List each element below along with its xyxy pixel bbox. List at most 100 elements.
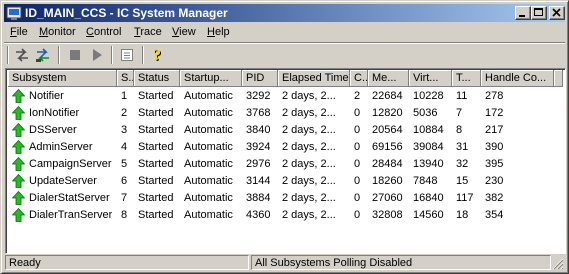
cell-subsystem-name: DSServer: [29, 124, 77, 136]
cell-subsystem-name: IonNotifier: [29, 107, 80, 119]
toolbar-grip: [7, 46, 9, 64]
table-row[interactable]: UpdateServer 6 Started Automatic 3144 2 days,…: [8, 173, 563, 190]
menu-help[interactable]: Help: [207, 26, 230, 38]
table-row[interactable]: CampaignServer 5 Started Automatic 2976 2 day…: [8, 156, 563, 173]
cell-threads: 8: [456, 124, 463, 136]
help-icon[interactable]: ? ?: [149, 46, 167, 64]
table-row[interactable]: Notifier 1 Started Automatic 3292 2 days, 2..…: [8, 88, 563, 105]
maximize-button[interactable]: [531, 6, 547, 20]
menu-file[interactable]: File: [10, 26, 28, 38]
cell-elapsed-time: 2 days, 2...: [282, 141, 336, 153]
column-header-s[interactable]: S...: [117, 70, 134, 87]
table-row[interactable]: DialerStatServer 7 Started Automatic 3884 2 d…: [8, 190, 563, 207]
cell-memory: 18260: [372, 175, 403, 187]
cell-virtual: 39084: [413, 141, 444, 153]
cell-virtual: 10884: [413, 124, 444, 136]
table-row[interactable]: AdminServer 4 Started Automatic 3924 2 days, …: [8, 139, 563, 156]
table-row[interactable]: DialerTranServer 8 Started Automatic 4360 2 d…: [8, 207, 563, 224]
cell-startup: Automatic: [184, 158, 233, 170]
main-window: ID_MAIN_CCS - IC System Manager File Mon…: [0, 0, 569, 274]
cell-handle-count: 278: [485, 90, 504, 102]
cell-c: 0: [354, 141, 361, 153]
resize-grip-icon[interactable]: [552, 258, 564, 270]
cell-threads: 31: [456, 141, 469, 153]
maximize-icon: [534, 8, 543, 16]
cell-status: Started: [138, 158, 174, 170]
cell-memory: 27060: [372, 192, 403, 204]
toolbar: ? ?: [4, 44, 565, 66]
cell-virtual: 5036: [413, 107, 438, 119]
cell-subsystem-name: CampaignServer: [29, 158, 112, 170]
cell-subsystem-number: 7: [121, 192, 128, 204]
column-header-pid[interactable]: PID: [242, 70, 278, 87]
cell-handle-count: 382: [485, 192, 504, 204]
status-bar: Ready All Subsystems Polling Disabled: [4, 255, 565, 271]
column-header-status[interactable]: Status: [134, 70, 180, 87]
cell-subsystem-name: DialerStatServer: [29, 192, 110, 204]
cell-subsystem-number: 6: [121, 175, 128, 187]
status-left: Ready: [5, 255, 249, 270]
cell-virtual: 14560: [413, 209, 444, 221]
green-up-arrow-icon: [12, 106, 25, 120]
toolbar-separator: [58, 46, 60, 64]
status-polling: All Subsystems Polling Disabled: [251, 255, 551, 270]
menu-control[interactable]: Control: [86, 26, 121, 38]
cell-memory: 32808: [372, 209, 403, 221]
column-header-startup[interactable]: Startup...: [180, 70, 242, 87]
cell-subsystem-number: 4: [121, 141, 128, 153]
column-header-memory[interactable]: Me...: [368, 70, 409, 87]
cell-pid: 3924: [246, 141, 271, 153]
cell-subsystem-number: 1: [121, 90, 128, 102]
table-row[interactable]: IonNotifier 2 Started Automatic 3768 2 days, …: [8, 105, 563, 122]
cell-startup: Automatic: [184, 90, 233, 102]
toolbar-separator: [111, 46, 113, 64]
column-header-handle-count[interactable]: Handle Co...: [481, 70, 554, 87]
cell-memory: 22684: [372, 90, 403, 102]
disconnect-icon[interactable]: [34, 46, 52, 64]
menu-monitor[interactable]: Monitor: [39, 26, 76, 38]
cell-subsystem-name: UpdateServer: [29, 175, 97, 187]
cell-status: Started: [138, 141, 174, 153]
play-icon[interactable]: [88, 46, 106, 64]
cell-elapsed-time: 2 days, 2...: [282, 107, 336, 119]
cell-virtual: 7848: [413, 175, 438, 187]
cell-handle-count: 217: [485, 124, 504, 136]
menu-view[interactable]: View: [172, 26, 196, 38]
cell-threads: 32: [456, 158, 469, 170]
column-header-c[interactable]: C...: [350, 70, 368, 87]
connect-icon[interactable]: [13, 46, 31, 64]
app-icon: [6, 6, 22, 20]
cell-memory: 69156: [372, 141, 403, 153]
cell-elapsed-time: 2 days, 2...: [282, 90, 336, 102]
cell-memory: 12820: [372, 107, 403, 119]
table-row[interactable]: DSServer 3 Started Automatic 3840 2 days, 2..…: [8, 122, 563, 139]
cell-pid: 3840: [246, 124, 271, 136]
cell-threads: 11: [456, 90, 468, 102]
column-header-threads[interactable]: T...: [452, 70, 481, 87]
subsystem-list[interactable]: Subsystem S... Status Startup... PID Ela…: [5, 68, 566, 254]
cell-status: Started: [138, 175, 174, 187]
minimize-button[interactable]: [515, 6, 531, 20]
column-header-elapsed-time[interactable]: Elapsed Time: [278, 70, 350, 87]
column-header-virtual[interactable]: Virt...: [409, 70, 452, 87]
title-bar[interactable]: ID_MAIN_CCS - IC System Manager: [4, 4, 565, 22]
cell-subsystem-number: 2: [121, 107, 128, 119]
menu-trace[interactable]: Trace: [134, 26, 162, 38]
svg-text:?: ?: [153, 47, 161, 64]
cell-status: Started: [138, 192, 174, 204]
cell-c: 0: [354, 158, 361, 170]
menu-bar: File Monitor Control Trace View Help: [4, 23, 565, 42]
cell-handle-count: 354: [485, 209, 504, 221]
green-up-arrow-icon: [12, 174, 25, 188]
cell-threads: 7: [456, 107, 463, 119]
cell-subsystem-name: Notifier: [29, 90, 64, 102]
close-button[interactable]: [549, 6, 565, 20]
green-up-arrow-icon: [12, 123, 25, 137]
cell-elapsed-time: 2 days, 2...: [282, 192, 336, 204]
cell-threads: 18: [456, 209, 469, 221]
column-header-filler: [554, 70, 563, 87]
column-header-subsystem[interactable]: Subsystem: [8, 70, 117, 87]
cell-pid: 2976: [246, 158, 271, 170]
stop-icon[interactable]: [66, 46, 84, 64]
properties-icon[interactable]: [118, 46, 136, 64]
